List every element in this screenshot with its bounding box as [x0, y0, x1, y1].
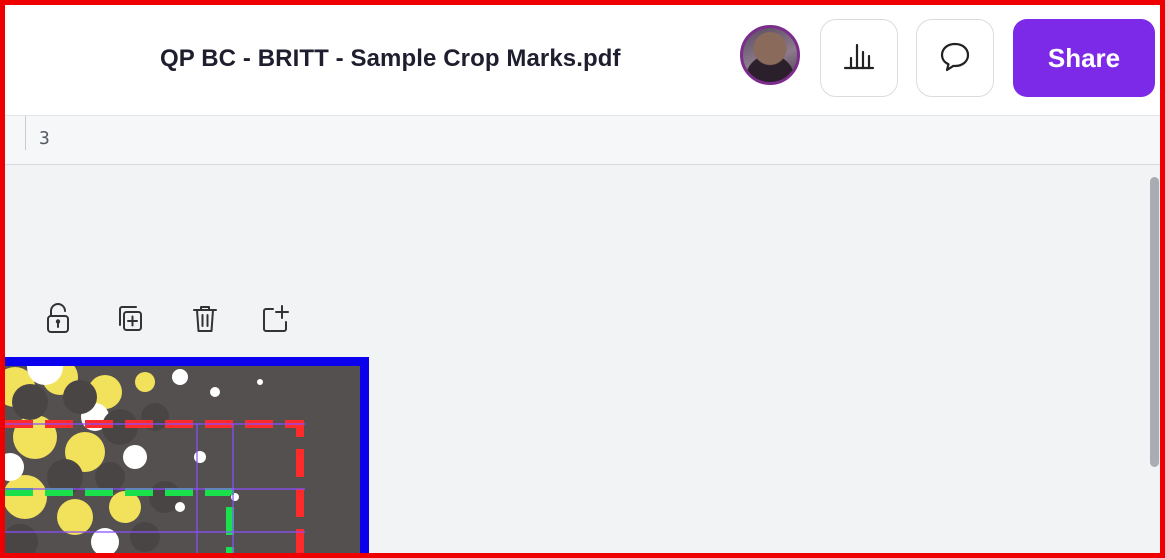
page-ruler: 3: [5, 115, 1160, 165]
insights-button[interactable]: [820, 19, 898, 97]
design-page-thumbnail[interactable]: [5, 357, 369, 553]
ruler-tick: [25, 116, 26, 150]
trash-icon: [190, 302, 220, 341]
bar-chart-icon: [842, 39, 876, 78]
share-button[interactable]: Share: [1013, 19, 1155, 97]
add-page-icon: [259, 303, 291, 340]
unlock-icon: [43, 302, 73, 341]
document-title[interactable]: QP BC - BRITT - Sample Crop Marks.pdf: [160, 45, 621, 73]
user-avatar[interactable]: [740, 25, 800, 85]
ruler-label: 3: [39, 128, 50, 149]
design-canvas[interactable]: [5, 165, 1160, 553]
vertical-scrollbar[interactable]: [1148, 165, 1160, 553]
duplicate-page-icon: [114, 303, 146, 340]
unlock-page-button[interactable]: [40, 302, 76, 341]
duplicate-page-button[interactable]: [112, 303, 148, 339]
comments-button[interactable]: [916, 19, 994, 97]
editor-header: QP BC - BRITT - Sample Crop Marks.pdf Sh…: [5, 5, 1160, 115]
delete-page-button[interactable]: [187, 303, 223, 339]
add-page-button[interactable]: [257, 303, 293, 339]
scrollbar-thumb[interactable]: [1150, 177, 1159, 467]
comment-icon: [938, 39, 972, 78]
bleed-border: [5, 357, 369, 553]
